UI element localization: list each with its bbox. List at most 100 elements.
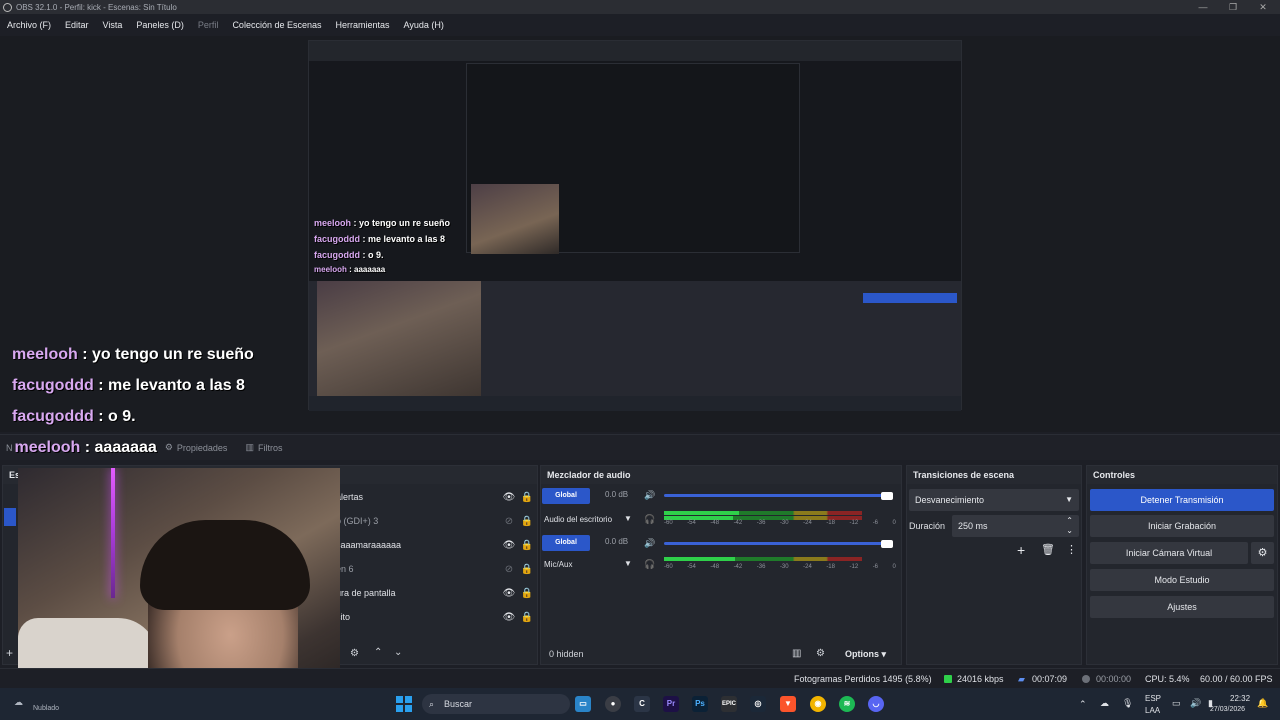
duration-label: Duración [909,521,946,531]
headphones-icon[interactable]: 🎧 [644,514,655,525]
source-item[interactable]: ura de pantalla 👁 🔒 [336,581,536,605]
studio-mode-button[interactable]: Modo Estudio [1090,569,1274,591]
nested-webcam [317,281,481,403]
tray-chevron-icon[interactable]: ⌃ [1079,699,1087,710]
obs-taskbar-icon[interactable]: ● [605,696,621,712]
menu-perfil[interactable]: Perfil [198,20,219,30]
volume-slider-knob[interactable] [881,540,893,548]
channel-dropdown-icon[interactable]: ▼ [624,514,632,523]
lock-icon[interactable]: 🔒 [518,516,536,527]
fps: 60.00 / 60.00 FPS [1200,674,1273,684]
mixer-layout-icon[interactable]: ▥ [792,648,801,659]
channel-global-button[interactable]: Global [542,488,590,504]
duration-input[interactable]: 250 ms ⌃ ⌄ [952,515,1079,537]
eye-icon[interactable]: 👁 [500,540,518,551]
eye-hidden-icon[interactable]: ⊘ [500,516,518,527]
eye-hidden-icon[interactable]: ⊘ [500,564,518,575]
channel-global-button[interactable]: Global [542,535,590,551]
clock-date[interactable]: 27/03/2026 [1210,706,1245,713]
nested-chat-line-2: facugoddd : me levanto a las 8 [314,234,446,244]
record-icon [1082,675,1090,683]
more-icon[interactable]: ⋮ [1066,543,1077,556]
lock-icon[interactable]: 🔒 [518,588,536,599]
taskbar-search[interactable]: ⌕ Buscar [422,694,570,714]
eye-icon[interactable]: 👁 [500,492,518,503]
add-scene-icon[interactable]: + [6,646,13,660]
app-taskbar-icon[interactable]: C [634,696,650,712]
epic-games-icon[interactable]: EPIC [721,696,737,712]
tray-cloud-icon[interactable]: ☁ [1100,698,1109,709]
chevron-down-icon: ▾ [881,649,887,659]
keyboard-language[interactable]: ESP [1145,694,1161,703]
lock-icon[interactable]: 🔒 [518,540,536,551]
menu-coleccion-escenas[interactable]: Colección de Escenas [232,20,321,30]
chrome-icon[interactable]: ◉ [810,696,826,712]
start-virtual-camera-button[interactable]: Iniciar Cámara Virtual [1090,542,1248,564]
volume-slider[interactable] [664,494,888,497]
filters-button[interactable]: ▥ Filtros [245,442,282,453]
lock-icon[interactable]: 🔒 [518,612,536,623]
channel-dropdown-icon[interactable]: ▼ [624,559,632,568]
menu-vista[interactable]: Vista [103,20,123,30]
level-meter-fill [664,511,740,515]
eye-icon[interactable]: 👁 [500,612,518,623]
source-item[interactable]: caaamaraaaaaa 👁 🔒 [336,533,536,557]
add-transition-icon[interactable]: + [1017,542,1025,558]
lock-icon[interactable]: 🔒 [518,564,536,575]
transition-select[interactable]: Desvanecimiento ▼ [909,489,1079,511]
volume-slider[interactable] [664,542,888,545]
minimize-button[interactable]: — [1188,0,1218,14]
settings-button[interactable]: Ajustes [1090,596,1274,618]
bitrate-indicator-icon [944,675,952,683]
filter-icon: ▥ [245,442,254,452]
preview-canvas[interactable]: meelooh : yo tengo un re sueño facugoddd… [0,36,1280,432]
virtual-camera-settings-icon[interactable]: ⚙ [1251,542,1274,564]
lock-icon[interactable]: 🔒 [518,492,536,503]
windows-start-icon[interactable] [396,696,412,712]
dropped-frames: Fotogramas Perdidos 1495 (5.8%) [794,674,932,684]
channel-db: 0.0 dB [605,490,629,499]
source-item[interactable]: alertas 👁 🔒 [336,485,536,509]
clock-time[interactable]: 22:32 [1230,694,1250,703]
menu-editar[interactable]: Editar [65,20,89,30]
stop-streaming-button[interactable]: Detener Transmisión [1090,489,1274,511]
menu-herramientas[interactable]: Herramientas [336,20,390,30]
menu-paneles[interactable]: Paneles (D) [136,20,184,30]
discord-icon[interactable]: ◡ [868,696,884,712]
premiere-icon[interactable]: Pr [663,696,679,712]
move-down-icon[interactable]: ⌄ [394,647,402,658]
volume-icon[interactable]: 🔊 [1190,698,1201,709]
menu-ayuda[interactable]: Ayuda (H) [404,20,444,30]
volume-slider-knob[interactable] [881,492,893,500]
menu-archivo[interactable]: Archivo (F) [7,20,51,30]
speaker-icon[interactable]: 🔊 [644,538,655,549]
brave-icon[interactable]: ▼ [780,696,796,712]
weather-icon[interactable]: ☁ [14,697,23,708]
photoshop-icon[interactable]: Ps [692,696,708,712]
person-hair [140,520,310,610]
spotify-icon[interactable]: ≋ [839,696,855,712]
trash-icon[interactable]: 🗑 [1041,543,1055,556]
eye-icon[interactable]: 👁 [500,588,518,599]
headphones-icon[interactable]: 🎧 [644,559,655,570]
network-icon[interactable]: ▭ [1172,698,1181,709]
notifications-icon[interactable]: 🔔 [1257,698,1268,709]
nested-chat-line-4: meelooh : aaaaaaa [314,265,386,274]
source-item[interactable]: en 6 ⊘ 🔒 [336,557,536,581]
scene-item-selected[interactable] [4,508,16,526]
steam-icon[interactable]: ◎ [750,696,766,712]
speaker-icon[interactable]: 🔊 [644,490,655,501]
source-item[interactable]: o (GDI+) 3 ⊘ 🔒 [336,509,536,533]
move-up-icon[interactable]: ⌃ [374,647,382,658]
file-explorer-icon[interactable]: ▭ [575,696,591,712]
keyboard-layout[interactable]: LAA [1145,706,1160,715]
mixer-settings-icon[interactable]: ⚙ [816,648,825,659]
microphone-icon[interactable]: 🎙 [1122,698,1133,709]
properties-button[interactable]: ⚙ Propiedades [165,442,228,453]
start-recording-button[interactable]: Iniciar Grabación [1090,515,1274,537]
close-button[interactable]: ✕ [1248,0,1278,14]
source-item[interactable]: cito 👁 🔒 [336,605,536,629]
source-settings-icon[interactable]: ⚙ [350,648,359,659]
options-button[interactable]: Options ▾ [845,649,886,660]
maximize-button[interactable]: ❐ [1218,0,1248,14]
